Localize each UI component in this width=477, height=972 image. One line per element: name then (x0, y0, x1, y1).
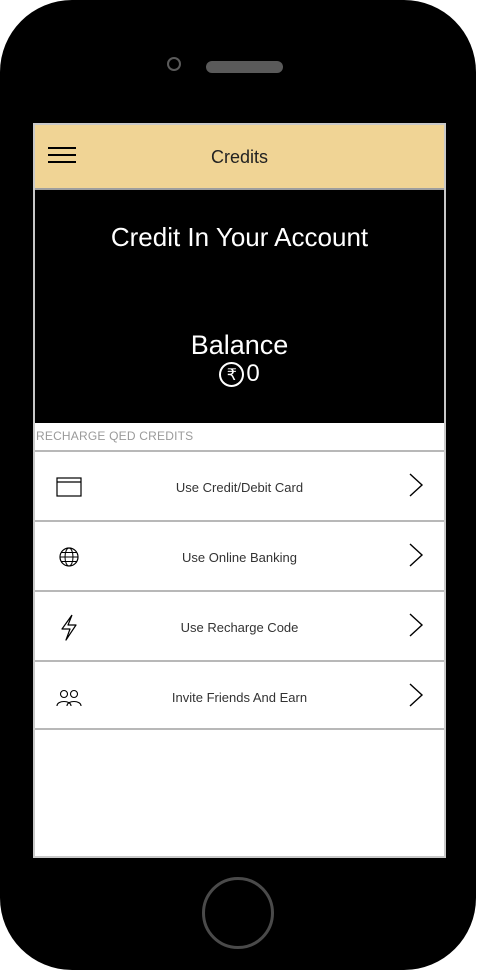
chevron-right-icon (409, 613, 424, 637)
chevron-right-icon (409, 543, 424, 567)
balance-label: Balance (190, 330, 289, 360)
balance-heading: Credit In Your Account (110, 222, 369, 252)
phone-frame: Credits Credit In Your Account Balance ₹… (0, 0, 476, 970)
option-label: Use Credit/Debit Card (175, 480, 304, 495)
option-label: Use Recharge Code (180, 620, 299, 635)
option-recharge-code[interactable]: Use Recharge Code (35, 590, 444, 660)
chevron-right-icon (409, 683, 424, 707)
option-online-banking[interactable]: Use Online Banking (35, 520, 444, 590)
balance-value: 0 (246, 360, 260, 387)
option-label: Invite Friends And Earn (171, 690, 308, 705)
app-header: Credits (35, 125, 444, 190)
balance-amount: ₹ 0 (35, 360, 444, 388)
option-credit-debit-card[interactable]: Use Credit/Debit Card (35, 450, 444, 520)
option-invite-friends[interactable]: Invite Friends And Earn (35, 660, 444, 730)
camera-lens (167, 57, 181, 71)
rupee-icon: ₹ (219, 361, 245, 387)
option-label: Use Online Banking (182, 550, 297, 565)
app-screen: Credits Credit In Your Account Balance ₹… (33, 123, 446, 858)
chevron-right-icon (409, 473, 424, 497)
page-title: Credits (210, 147, 268, 167)
balance-panel: Credit In Your Account Balance ₹ 0 (35, 190, 444, 423)
home-button[interactable] (202, 877, 274, 949)
speaker-grille (206, 61, 283, 73)
recharge-section-label: RECHARGE QED CREDITS (36, 429, 194, 443)
